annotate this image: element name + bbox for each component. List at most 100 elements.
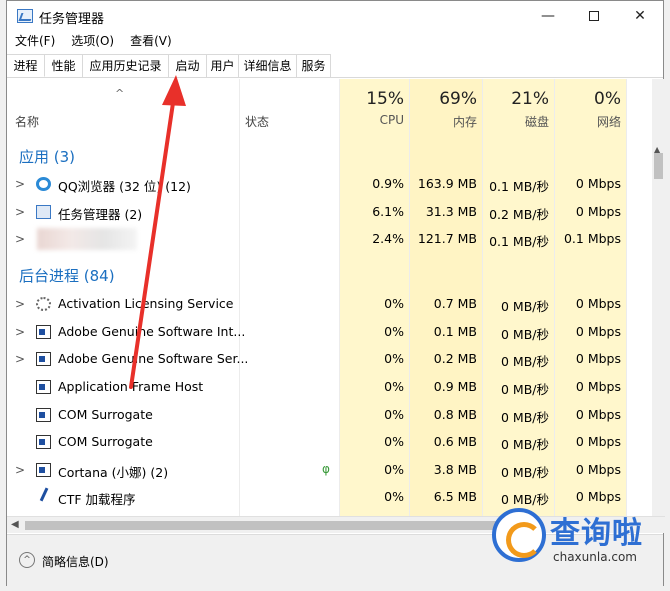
tab-users[interactable]: 用户 — [207, 54, 239, 77]
column-header-name[interactable]: 名称 — [15, 113, 39, 130]
network-cell: 0 Mbps — [575, 462, 621, 477]
minimize-button[interactable]: — — [525, 1, 571, 31]
table-row[interactable]: Application Frame Host 0% 0.9 MB 0 MB/秒 … — [7, 374, 652, 401]
table-row[interactable]: > 任务管理器 (2) 6.1% 31.3 MB 0.2 MB/秒 0 Mbps — [7, 199, 652, 226]
window-icon — [36, 352, 51, 366]
tab-performance[interactable]: 性能 — [45, 54, 83, 77]
expand-chevron-icon[interactable]: > — [15, 177, 25, 191]
menu-bar: 文件(F) 选项(O) 查看(V) — [7, 32, 180, 52]
column-header-disk[interactable]: 磁盘 — [525, 113, 549, 130]
process-name: COM Surrogate — [58, 434, 153, 449]
menu-options[interactable]: 选项(O) — [63, 32, 122, 52]
process-name: Application Frame Host — [58, 379, 204, 394]
process-name: Adobe Genuine Software Int... — [58, 324, 246, 339]
fewer-details-button[interactable]: 简略信息(D) — [42, 553, 109, 570]
tab-details[interactable]: 详细信息 — [239, 54, 297, 77]
table-row[interactable]: COM Surrogate 0% 0.6 MB 0 MB/秒 0 Mbps — [7, 429, 652, 456]
memory-cell: 6.5 MB — [433, 489, 477, 504]
disk-cell: 0 MB/秒 — [501, 465, 549, 480]
window-icon — [36, 380, 51, 394]
window-icon — [36, 435, 51, 449]
network-cell: 0.1 Mbps — [563, 231, 621, 246]
table-row[interactable]: > 2.4% 121.7 MB 0.1 MB/秒 0.1 Mbps — [7, 226, 652, 253]
window-icon — [36, 408, 51, 422]
table-row[interactable]: > QQ浏览器 (32 位) (12) 0.9% 163.9 MB 0.1 MB… — [7, 171, 652, 198]
leaf-icon: φ — [322, 462, 330, 476]
horizontal-scroll-thumb[interactable] — [25, 521, 505, 530]
process-grid: ^ 名称 状态 15% CPU 69% 内存 21% 磁盘 0% 网络 应用 (… — [7, 79, 652, 516]
process-name: Adobe Genuine Software Ser... — [58, 351, 249, 366]
expand-chevron-icon[interactable]: > — [15, 463, 25, 477]
table-row[interactable]: > Adobe Genuine Software Int... 0% 0.1 M… — [7, 319, 652, 346]
disk-cell: 0 MB/秒 — [501, 492, 549, 507]
pen-icon — [39, 487, 60, 507]
disk-cell: 0 MB/秒 — [501, 354, 549, 369]
vertical-scrollbar[interactable]: ▲ — [652, 79, 665, 516]
network-cell: 0 Mbps — [575, 296, 621, 311]
cpu-total: 15% — [366, 89, 404, 109]
sort-caret-icon: ^ — [115, 87, 125, 100]
memory-cell: 0.8 MB — [433, 407, 477, 422]
memory-cell: 121.7 MB — [417, 231, 477, 246]
vertical-scroll-thumb[interactable] — [654, 153, 663, 179]
chevron-up-icon[interactable]: ^ — [19, 552, 35, 568]
tab-services[interactable]: 服务 — [297, 54, 331, 77]
task-manager-icon — [36, 205, 51, 219]
column-header-network[interactable]: 网络 — [597, 113, 621, 130]
table-row[interactable]: > Cortana (小娜) (2) φ 0% 3.8 MB 0 MB/秒 0 … — [7, 457, 652, 484]
process-name: Activation Licensing Service — [58, 296, 234, 311]
disk-total: 21% — [511, 89, 549, 109]
memory-cell: 31.3 MB — [425, 204, 477, 219]
menu-view[interactable]: 查看(V) — [122, 32, 180, 52]
window-icon — [36, 325, 51, 339]
process-name: 任务管理器 (2) — [58, 207, 143, 222]
network-cell: 0 Mbps — [575, 204, 621, 219]
process-name: QQ浏览器 (32 位) (12) — [58, 179, 191, 194]
column-header-memory[interactable]: 内存 — [453, 113, 477, 130]
scroll-left-icon[interactable]: ◀ — [11, 519, 19, 530]
window-title: 任务管理器 — [39, 12, 105, 27]
disk-cell: 0.1 MB/秒 — [489, 234, 549, 249]
cpu-cell: 0% — [384, 379, 404, 394]
task-manager-window: 任务管理器 — ✕ 文件(F) 选项(O) 查看(V) 进程 性能 应用历史记录… — [6, 0, 665, 586]
memory-total: 69% — [439, 89, 477, 109]
network-cell: 0 Mbps — [575, 324, 621, 339]
title-bar: 任务管理器 — ✕ — [7, 1, 663, 31]
expand-chevron-icon[interactable]: > — [15, 297, 25, 311]
expand-chevron-icon[interactable]: > — [15, 352, 25, 366]
close-button[interactable]: ✕ — [617, 1, 663, 31]
memory-cell: 3.8 MB — [433, 462, 477, 477]
cpu-cell: 6.1% — [372, 204, 404, 219]
column-header-cpu[interactable]: CPU — [380, 113, 404, 127]
network-cell: 0 Mbps — [575, 489, 621, 504]
tab-startup[interactable]: 启动 — [169, 54, 207, 77]
network-total: 0% — [594, 89, 621, 109]
column-header-status[interactable]: 状态 — [245, 113, 269, 130]
cpu-cell: 0.9% — [372, 176, 404, 191]
menu-file[interactable]: 文件(F) — [7, 32, 63, 52]
tab-bar: 进程 性能 应用历史记录 启动 用户 详细信息 服务 — [7, 54, 663, 78]
expand-chevron-icon[interactable]: > — [15, 325, 25, 339]
qq-browser-icon — [36, 177, 51, 191]
maximize-button[interactable] — [571, 1, 617, 31]
memory-cell: 163.9 MB — [417, 176, 477, 191]
table-row[interactable]: > Adobe Genuine Software Ser... 0% 0.2 M… — [7, 346, 652, 373]
table-row[interactable]: CTF 加载程序 0% 6.5 MB 0 MB/秒 0 Mbps — [7, 484, 652, 511]
minimize-icon: — — [541, 8, 555, 24]
tab-app-history[interactable]: 应用历史记录 — [83, 54, 169, 77]
expand-chevron-icon[interactable]: > — [15, 232, 25, 246]
memory-cell: 0.7 MB — [433, 296, 477, 311]
watermark-text: 查询啦 — [550, 516, 643, 551]
network-cell: 0 Mbps — [575, 351, 621, 366]
cpu-cell: 0% — [384, 351, 404, 366]
disk-cell: 0.2 MB/秒 — [489, 207, 549, 222]
close-icon: ✕ — [634, 8, 646, 24]
maximize-icon — [589, 11, 599, 21]
table-row[interactable]: COM Surrogate 0% 0.8 MB 0 MB/秒 0 Mbps — [7, 402, 652, 429]
table-row[interactable]: > Activation Licensing Service 0% 0.7 MB… — [7, 291, 652, 318]
cpu-cell: 0% — [384, 462, 404, 477]
tab-processes[interactable]: 进程 — [7, 54, 45, 77]
watermark-url: chaxunla.com — [553, 550, 637, 564]
expand-chevron-icon[interactable]: > — [15, 205, 25, 219]
group-header-apps: 应用 (3) — [19, 148, 76, 166]
